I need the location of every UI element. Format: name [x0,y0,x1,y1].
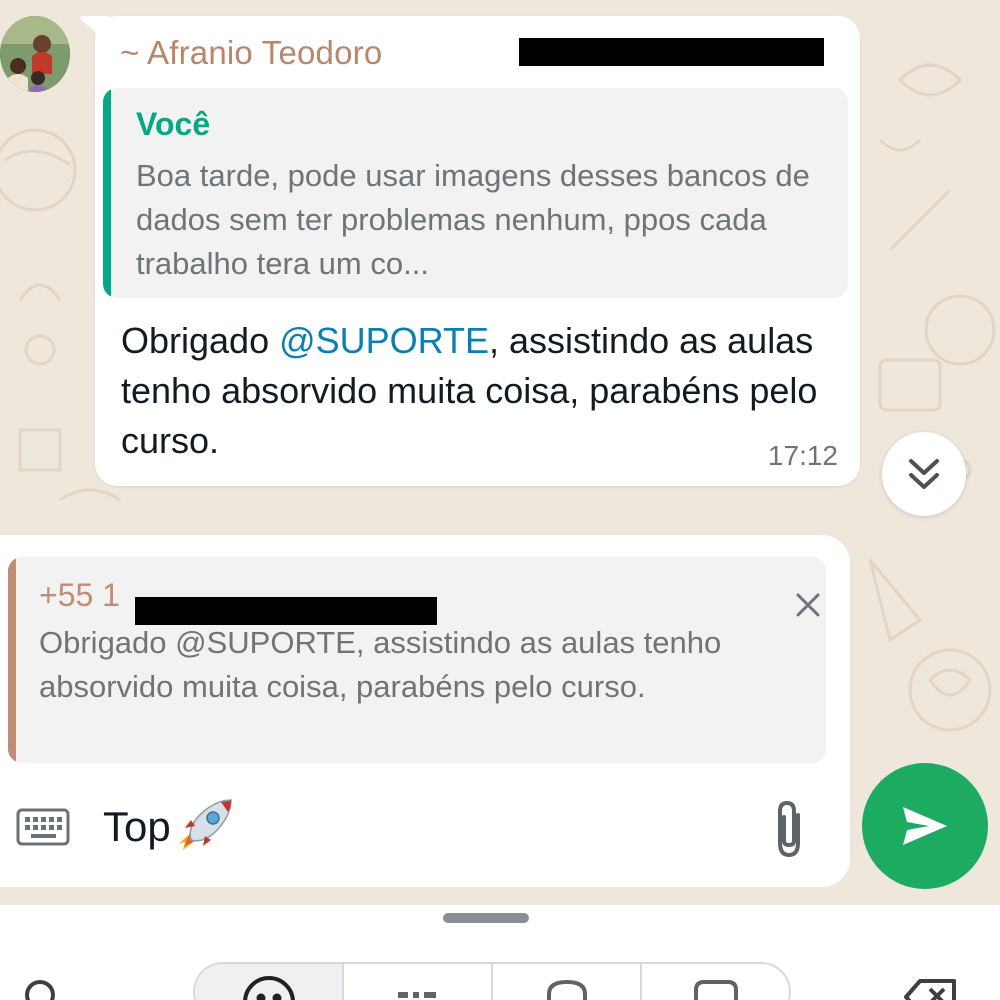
close-icon [796,593,820,617]
reply-preview[interactable]: +55 1 Obrigado @SUPORTE, assistindo as a… [8,557,826,763]
message-mention[interactable]: @SUPORTE [279,320,489,361]
gif-icon [397,992,436,998]
paperclip-icon[interactable] [768,797,812,861]
avatar-sticker-icon [693,980,738,1000]
cancel-reply-button[interactable] [788,585,826,625]
redacted-phone-number [519,38,824,66]
message-text-start: Obrigado [121,320,280,361]
double-chevron-down-icon [909,459,939,489]
keyboard-icon[interactable] [16,808,70,846]
contact-avatar[interactable] [0,16,70,92]
quote-text: Boa tarde, pode usar imagens desses banc… [136,158,810,281]
tab-stickers[interactable] [493,964,642,1000]
tab-avatar[interactable] [642,964,789,1000]
emoji-tab-bar [193,962,791,1000]
quote-accent-bar [103,88,111,298]
reply-text: Obrigado @SUPORTE, assistindo as aulas t… [39,625,722,704]
sticker-icon [546,979,587,1000]
incoming-message-bubble[interactable]: ~ Afranio Teodoro Você Boa tarde, pode u… [95,16,860,486]
quote-author: Você [136,106,211,142]
emoji-rocket-icon [178,799,232,850]
keyboard-panel [0,905,1000,1000]
reply-accent-bar [8,557,16,763]
message-input-text: Top [103,803,171,850]
send-button[interactable] [862,763,988,889]
tab-emoji[interactable] [195,964,344,1000]
message-input[interactable]: Top [103,797,235,857]
backspace-icon[interactable] [902,977,958,1000]
tab-gif[interactable] [344,964,493,1000]
keyboard-drag-handle[interactable] [443,913,529,923]
message-sender-name[interactable]: ~ Afranio Teodoro [120,34,382,72]
message-composer: +55 1 Obrigado @SUPORTE, assistindo as a… [0,535,850,887]
search-icon[interactable] [20,975,64,1000]
message-text: Obrigado @SUPORTE, assistindo as aulas t… [121,316,841,466]
scroll-to-bottom-button[interactable] [882,432,966,516]
quoted-message[interactable]: Você Boa tarde, pode usar imagens desses… [103,88,848,298]
message-timestamp: 17:12 [767,440,838,471]
emoji-face-icon [242,976,295,1000]
send-icon [903,807,947,845]
reply-author: +55 1 [39,577,120,613]
